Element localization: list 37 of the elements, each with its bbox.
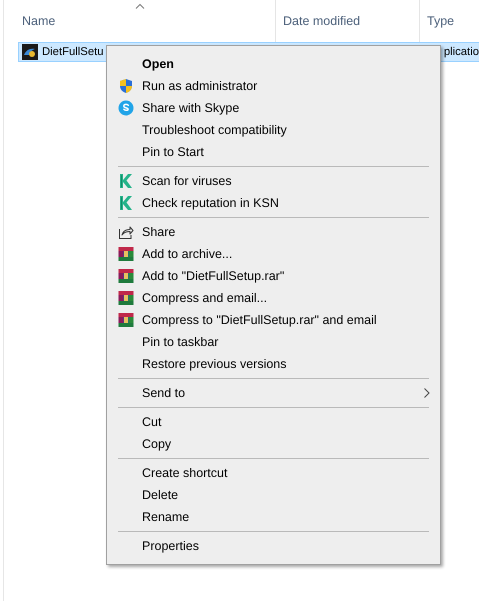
k-logo-icon — [118, 173, 134, 189]
file-type: plicatio — [444, 46, 479, 58]
column-header[interactable]: Type — [427, 14, 454, 28]
menu-item[interactable]: Check reputation in KSN — [109, 192, 438, 214]
menu-item[interactable]: Add to archive... — [109, 243, 438, 265]
menu-item[interactable]: Open — [109, 53, 438, 75]
menu-item[interactable]: Create shortcut — [109, 462, 438, 484]
menu-item[interactable]: Scan for viruses — [109, 170, 438, 192]
menu-item[interactable]: Run as administrator — [109, 75, 438, 97]
menu-item[interactable]: Properties — [109, 535, 438, 557]
menu-item[interactable]: Add to "DietFullSetup.rar" — [109, 265, 438, 287]
menu-item[interactable]: Restore previous versions — [109, 353, 438, 375]
chevron-right-icon — [424, 388, 430, 398]
column-header[interactable]: Date modified — [283, 14, 360, 28]
column-header[interactable]: Name — [22, 14, 56, 28]
archive-icon — [118, 290, 134, 306]
menu-item[interactable]: Rename — [109, 506, 438, 528]
menu-item[interactable]: Share with Skype — [109, 97, 438, 119]
menu-item[interactable]: Troubleshoot compatibility — [109, 119, 438, 141]
archive-icon — [118, 268, 134, 284]
archive-icon — [118, 312, 134, 328]
menu-item[interactable]: Copy — [109, 433, 438, 455]
app-icon — [22, 44, 38, 60]
menu-item[interactable]: Share — [109, 221, 438, 243]
k-logo-icon — [118, 195, 134, 211]
menu-item[interactable]: Send to — [109, 382, 438, 404]
menu-item[interactable]: Pin to taskbar — [109, 331, 438, 353]
archive-icon — [118, 246, 134, 262]
menu-item[interactable]: Compress to "DietFullSetup.rar" and email — [109, 309, 438, 331]
menu-item[interactable]: Delete — [109, 484, 438, 506]
skype-icon — [118, 100, 134, 116]
menu-item[interactable]: Cut — [109, 411, 438, 433]
menu-item[interactable]: Pin to Start — [109, 141, 438, 163]
shield-icon — [118, 78, 134, 94]
menu-item[interactable]: Compress and email... — [109, 287, 438, 309]
share-icon — [118, 224, 134, 240]
file-name: DietFullSetu — [42, 46, 104, 58]
